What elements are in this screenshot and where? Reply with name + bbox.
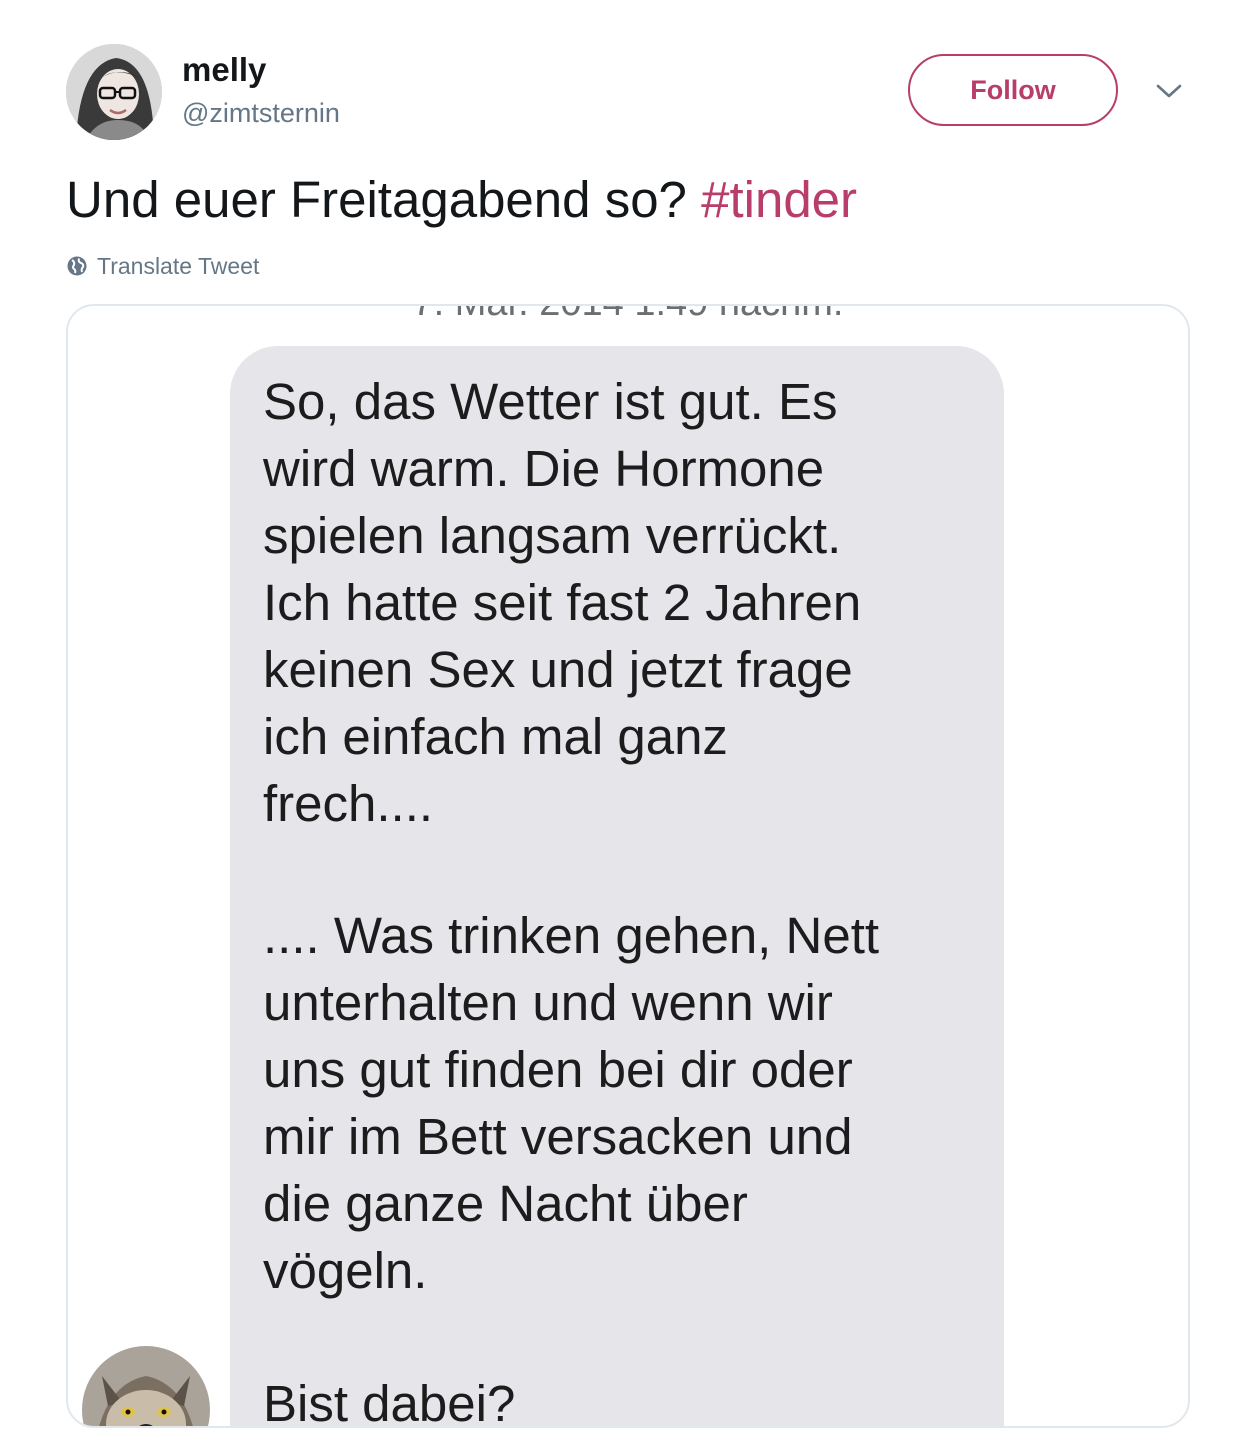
message-text-part-1: So, das Wetter ist gut. Es wird warm. Di… xyxy=(263,373,862,832)
translate-tweet-label: Translate Tweet xyxy=(97,252,260,279)
chevron-down-icon[interactable] xyxy=(1154,78,1184,102)
hashtag-link[interactable]: #tinder xyxy=(701,171,857,228)
message-text-part-3: Bist dabei? xyxy=(263,1375,516,1428)
author-handle[interactable]: @zimtsternin xyxy=(182,96,340,130)
tweet-body-text: Und euer Freitagabend so? xyxy=(66,171,702,228)
message-timestamp: 7. Mär. 2014 1:49 nachm. xyxy=(68,306,1188,326)
tweet-media-image[interactable]: 7. Mär. 2014 1:49 nachm. So, das Wetter … xyxy=(66,304,1190,1428)
profile-photo-icon xyxy=(66,44,162,140)
author-name[interactable]: melly xyxy=(182,50,266,90)
wolf-avatar-icon xyxy=(82,1346,210,1426)
author-avatar[interactable] xyxy=(66,44,162,140)
translate-tweet-link[interactable]: Translate Tweet xyxy=(66,250,259,282)
globe-icon xyxy=(67,256,87,276)
follow-button[interactable]: Follow xyxy=(908,54,1118,126)
tweet-text: Und euer Freitagabend so? #tinder xyxy=(66,168,857,232)
message-text-part-2: .... Was trinken gehen, Nett unterhalten… xyxy=(263,907,880,1299)
